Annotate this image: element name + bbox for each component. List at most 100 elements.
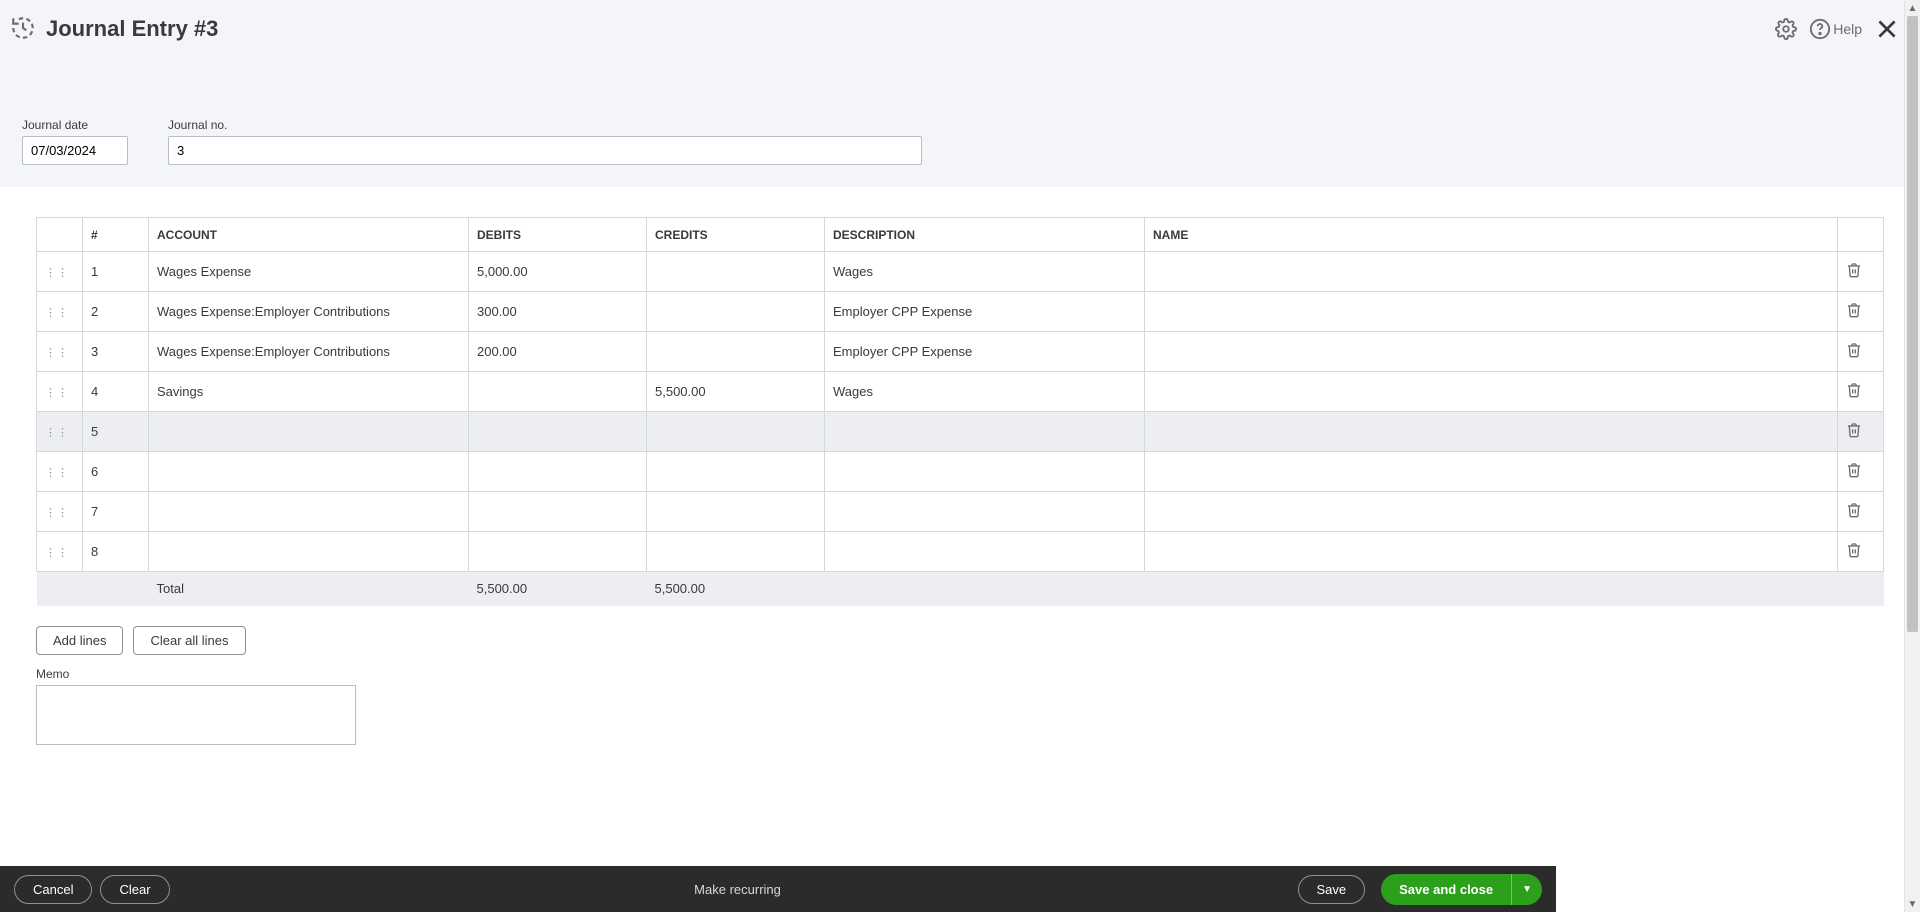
cell-debits[interactable]: 200.00: [469, 332, 647, 372]
delete-row-button[interactable]: [1846, 462, 1862, 481]
header-debits: DEBITS: [469, 218, 647, 252]
cell-name[interactable]: [1145, 532, 1838, 572]
table-row[interactable]: ⋮⋮6: [37, 452, 1884, 492]
cell-debits[interactable]: [469, 492, 647, 532]
drag-handle[interactable]: ⋮⋮: [37, 292, 83, 332]
clear-button[interactable]: Clear: [100, 875, 169, 904]
cell-name[interactable]: [1145, 292, 1838, 332]
cell-account[interactable]: Savings: [149, 372, 469, 412]
cell-name[interactable]: [1145, 492, 1838, 532]
cell-account[interactable]: Wages Expense: [149, 252, 469, 292]
cell-account[interactable]: [149, 532, 469, 572]
cell-description[interactable]: [825, 492, 1145, 532]
cell-account[interactable]: Wages Expense:Employer Contributions: [149, 292, 469, 332]
header-account: ACCOUNT: [149, 218, 469, 252]
cancel-button[interactable]: Cancel: [14, 875, 92, 904]
table-row[interactable]: ⋮⋮7: [37, 492, 1884, 532]
table-row[interactable]: ⋮⋮5: [37, 412, 1884, 452]
trash-icon: [1846, 346, 1862, 361]
table-row[interactable]: ⋮⋮8: [37, 532, 1884, 572]
cell-account[interactable]: [149, 452, 469, 492]
header-drag: [37, 218, 83, 252]
add-lines-button[interactable]: Add lines: [36, 626, 123, 655]
delete-row-button[interactable]: [1846, 382, 1862, 401]
drag-handle[interactable]: ⋮⋮: [37, 332, 83, 372]
delete-row-button[interactable]: [1846, 502, 1862, 521]
cell-description[interactable]: Employer CPP Expense: [825, 332, 1145, 372]
trash-icon: [1846, 506, 1862, 521]
cell-name[interactable]: [1145, 412, 1838, 452]
os-scrollbar[interactable]: ▲ ▼: [1904, 0, 1920, 912]
cell-description[interactable]: [825, 412, 1145, 452]
cell-credits[interactable]: [647, 412, 825, 452]
cell-credits[interactable]: 5,500.00: [647, 372, 825, 412]
cell-debits[interactable]: [469, 372, 647, 412]
scroll-down-arrow[interactable]: ▼: [1905, 896, 1920, 912]
cell-account[interactable]: [149, 492, 469, 532]
history-icon[interactable]: [10, 15, 36, 44]
cell-description[interactable]: Wages: [825, 372, 1145, 412]
drag-handle[interactable]: ⋮⋮: [37, 452, 83, 492]
cell-credits[interactable]: [647, 292, 825, 332]
content-scroll[interactable]: Journal date Journal no. # ACCOUNT DEBIT…: [0, 58, 1920, 876]
cell-credits[interactable]: [647, 452, 825, 492]
line-actions: Add lines Clear all lines: [0, 618, 1920, 663]
memo-input[interactable]: [36, 685, 356, 745]
cell-name[interactable]: [1145, 452, 1838, 492]
journal-no-label: Journal no.: [168, 118, 1898, 132]
cell-description[interactable]: [825, 532, 1145, 572]
cell-debits[interactable]: 5,000.00: [469, 252, 647, 292]
close-button[interactable]: [1868, 10, 1906, 48]
delete-row-button[interactable]: [1846, 302, 1862, 321]
delete-row-button[interactable]: [1846, 542, 1862, 561]
table-row[interactable]: ⋮⋮3Wages Expense:Employer Contributions2…: [37, 332, 1884, 372]
delete-row-button[interactable]: [1846, 262, 1862, 281]
cell-credits[interactable]: [647, 492, 825, 532]
table-row[interactable]: ⋮⋮1Wages Expense5,000.00Wages: [37, 252, 1884, 292]
cell-debits[interactable]: 300.00: [469, 292, 647, 332]
cell-debits[interactable]: [469, 412, 647, 452]
save-dropdown-caret[interactable]: ▼: [1511, 874, 1542, 905]
cell-debits[interactable]: [469, 452, 647, 492]
memo-section: Memo: [0, 663, 1920, 788]
help-label: Help: [1833, 21, 1862, 37]
cell-description[interactable]: [825, 452, 1145, 492]
cell-name[interactable]: [1145, 252, 1838, 292]
cell-delete: [1838, 372, 1884, 412]
cell-name[interactable]: [1145, 332, 1838, 372]
cell-description[interactable]: Employer CPP Expense: [825, 292, 1145, 332]
cell-credits[interactable]: [647, 252, 825, 292]
memo-label: Memo: [36, 667, 1884, 681]
cell-account[interactable]: [149, 412, 469, 452]
cell-credits[interactable]: [647, 332, 825, 372]
make-recurring-link[interactable]: Make recurring: [694, 882, 781, 897]
drag-handle[interactable]: ⋮⋮: [37, 372, 83, 412]
drag-handle[interactable]: ⋮⋮: [37, 252, 83, 292]
table-row[interactable]: ⋮⋮4Savings5,500.00Wages: [37, 372, 1884, 412]
scroll-thumb[interactable]: [1907, 16, 1918, 632]
cell-debits[interactable]: [469, 532, 647, 572]
cell-name[interactable]: [1145, 372, 1838, 412]
table-row[interactable]: ⋮⋮2Wages Expense:Employer Contributions3…: [37, 292, 1884, 332]
drag-handle[interactable]: ⋮⋮: [37, 532, 83, 572]
drag-handle[interactable]: ⋮⋮: [37, 412, 83, 452]
cell-delete: [1838, 252, 1884, 292]
scroll-up-arrow[interactable]: ▲: [1905, 0, 1920, 16]
save-and-close-button[interactable]: Save and close: [1381, 874, 1511, 905]
clear-all-lines-button[interactable]: Clear all lines: [133, 626, 245, 655]
cell-description[interactable]: Wages: [825, 252, 1145, 292]
journal-date-input[interactable]: [22, 136, 128, 165]
drag-icon: ⋮⋮: [45, 510, 69, 516]
delete-row-button[interactable]: [1846, 342, 1862, 361]
drag-handle[interactable]: ⋮⋮: [37, 492, 83, 532]
cell-delete: [1838, 292, 1884, 332]
drag-icon: ⋮⋮: [45, 310, 69, 316]
settings-button[interactable]: [1769, 12, 1803, 46]
cell-account[interactable]: Wages Expense:Employer Contributions: [149, 332, 469, 372]
cell-credits[interactable]: [647, 532, 825, 572]
save-button[interactable]: Save: [1298, 875, 1366, 904]
delete-row-button[interactable]: [1846, 422, 1862, 441]
journal-no-input[interactable]: [168, 136, 922, 165]
scroll-track[interactable]: [1905, 16, 1920, 896]
help-button[interactable]: Help: [1803, 12, 1868, 46]
